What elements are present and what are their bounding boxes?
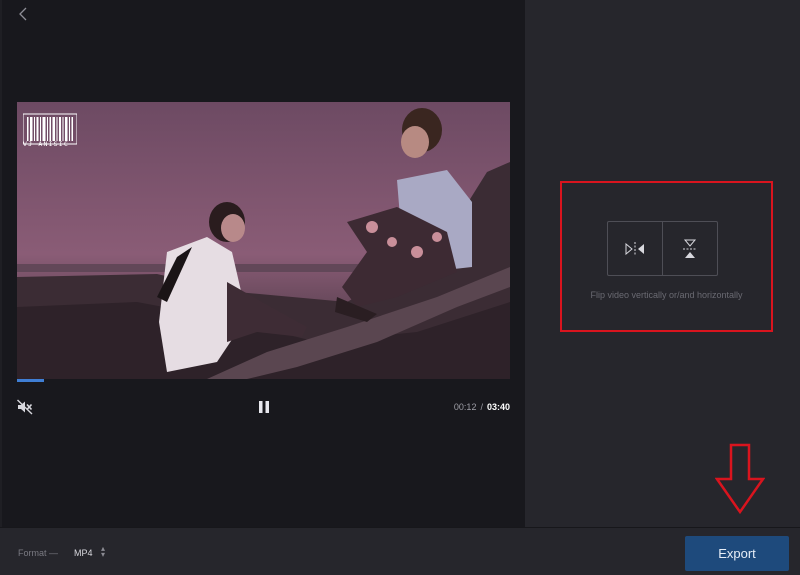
export-button[interactable]: Export — [685, 536, 789, 571]
seek-bar[interactable] — [17, 379, 510, 382]
flip-options-panel: Flip video vertically or/and horizontall… — [525, 0, 800, 527]
seek-bar-progress — [17, 379, 45, 382]
preview-panel: VJ ANISIC 00:12/03:40 — [2, 0, 525, 527]
time-display: 00:12/03:40 — [454, 402, 510, 412]
format-label: Format — — [18, 548, 59, 558]
total-time: 03:40 — [486, 402, 510, 412]
video-preview: VJ ANISIC — [17, 102, 510, 379]
flip-vertical-icon — [683, 239, 697, 258]
flip-vertical-button[interactable] — [662, 222, 717, 275]
down-arrow-icon — [715, 443, 765, 515]
watermark-text: VJ ANISIC — [23, 140, 70, 148]
flip-caption: Flip video vertically or/and horizontall… — [590, 290, 743, 300]
mute-button[interactable] — [16, 398, 34, 416]
speaker-muted-icon — [17, 399, 33, 415]
pause-button[interactable] — [255, 398, 273, 416]
time-separator: / — [480, 402, 483, 412]
flip-horizontal-icon — [625, 241, 644, 256]
bottom-toolbar: Format — MP4 ▴ ▾ Export — [0, 527, 800, 575]
flip-button-group — [607, 221, 718, 276]
video-flip-editor: VJ ANISIC 00:12/03:40 Flip video vertica… — [0, 0, 800, 575]
pause-icon — [259, 401, 269, 413]
chevron-left-icon — [19, 7, 27, 21]
current-time: 00:12 — [453, 402, 477, 412]
format-select[interactable]: MP4 — [74, 548, 93, 558]
video-frame-image — [17, 102, 510, 379]
flip-horizontal-button[interactable] — [608, 222, 662, 275]
back-button[interactable] — [14, 5, 32, 23]
up-down-chevron-icon[interactable]: ▴ ▾ — [101, 545, 105, 559]
